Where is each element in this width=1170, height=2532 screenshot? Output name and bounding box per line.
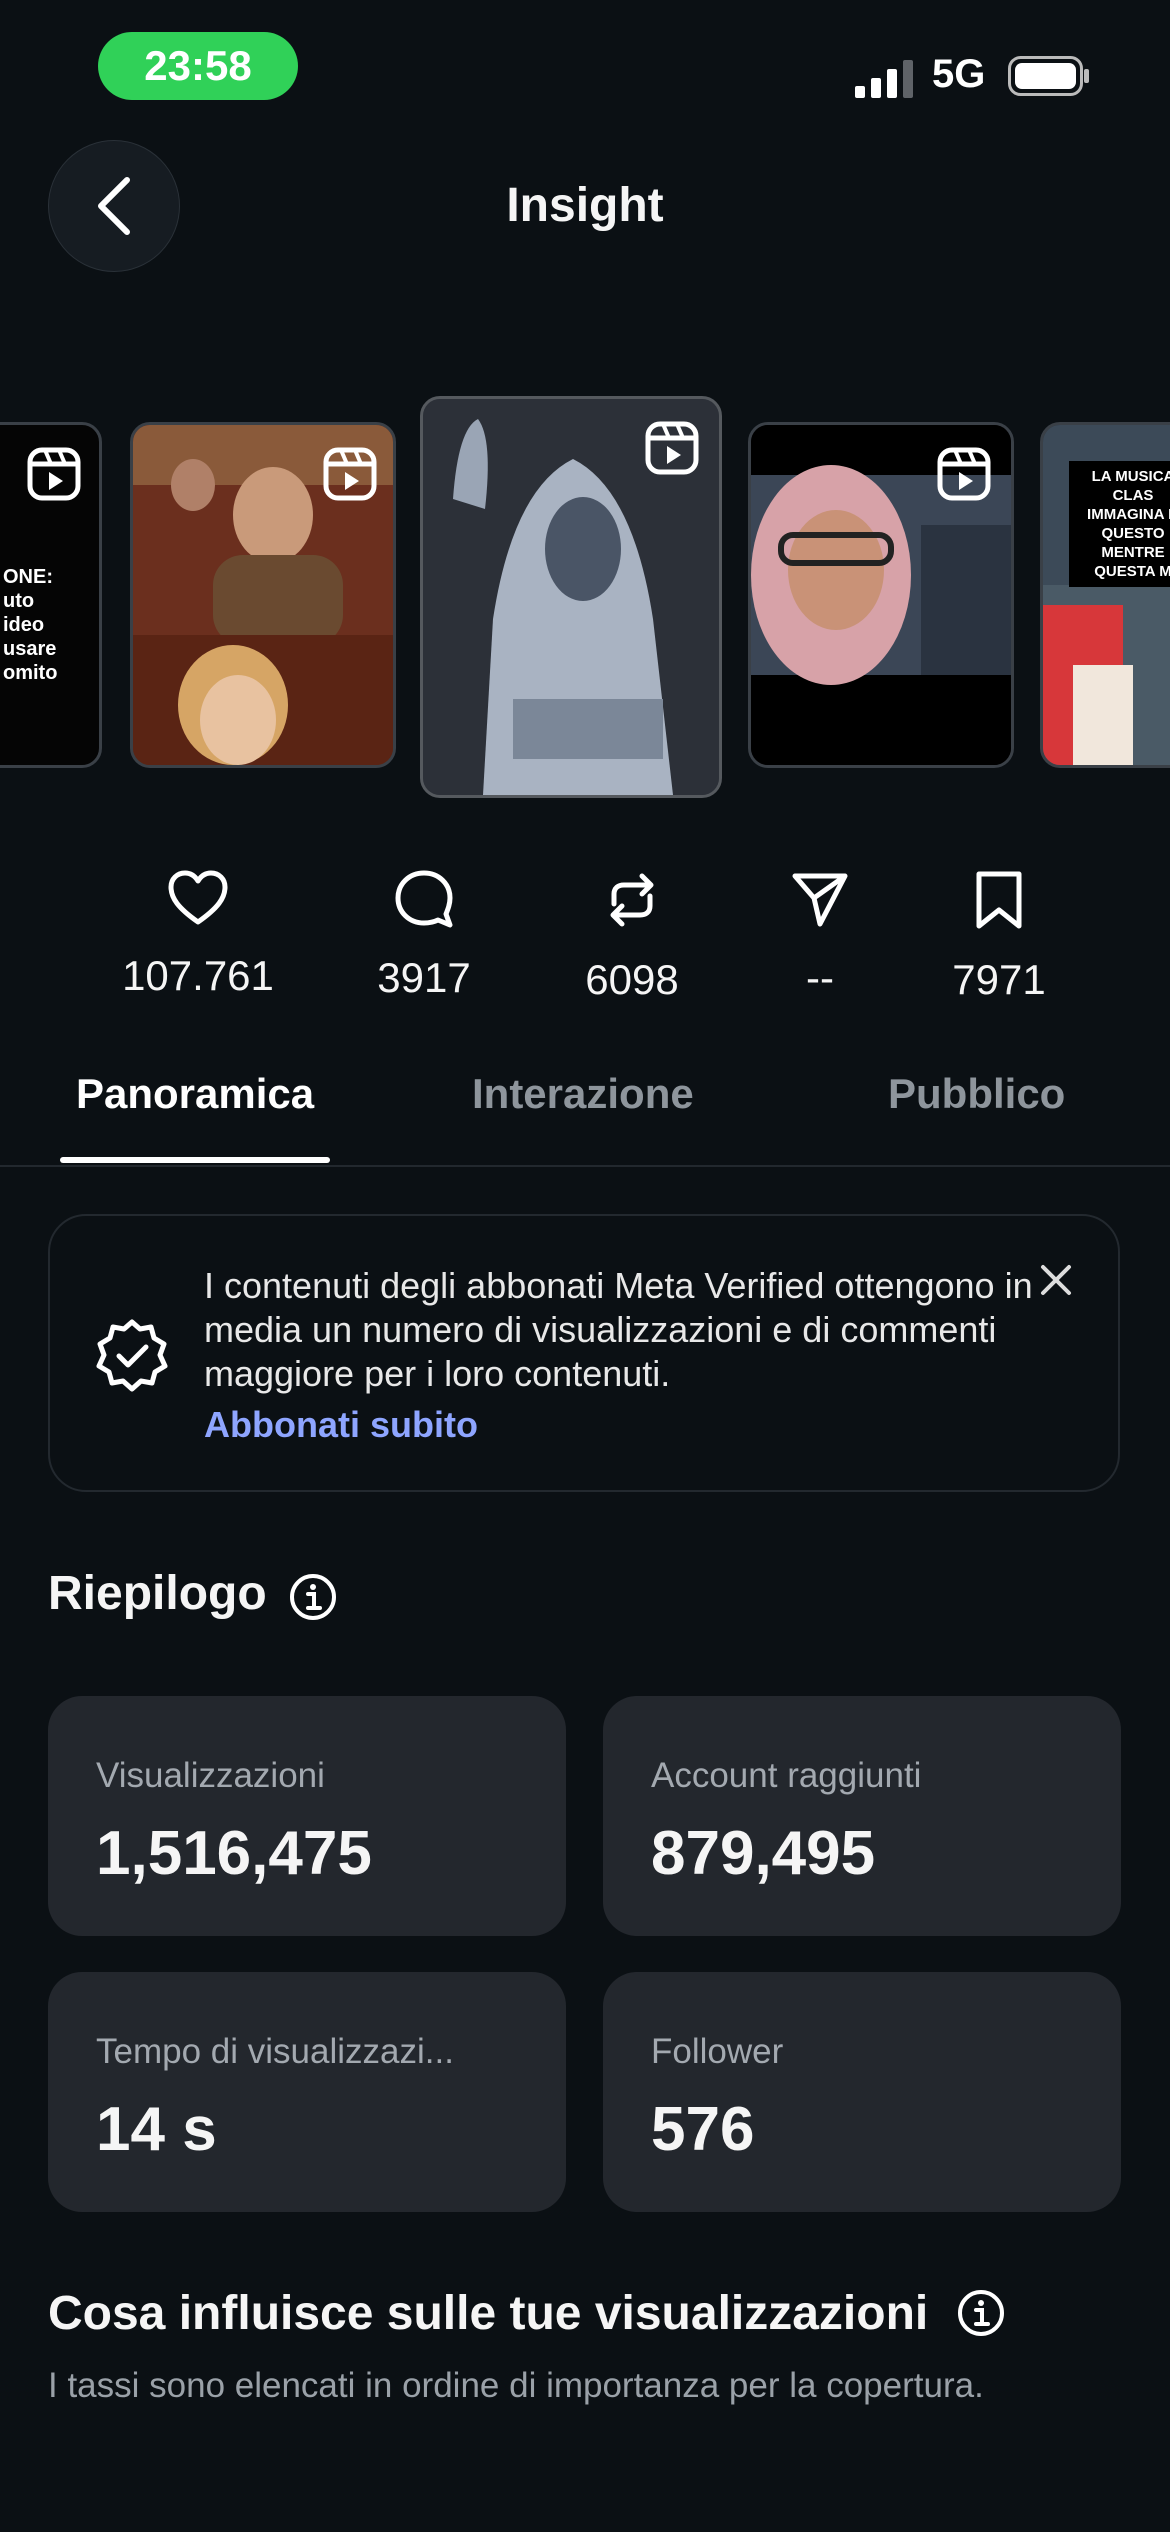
close-icon[interactable] [1040,1264,1072,1296]
subscribe-link[interactable]: Abbonati subito [204,1404,478,1446]
reels-icon [27,447,81,501]
status-time: 23:58 [98,32,298,100]
verified-badge-icon [96,1319,168,1392]
info-icon[interactable] [288,1572,338,1622]
metric-value: 14 s [96,2095,217,2164]
metric-value: 879,495 [651,1819,876,1888]
reel-thumb-2[interactable] [130,422,396,768]
summary-title: Riepilogo [48,1567,267,1620]
send-icon [792,873,848,927]
reel-thumb-1[interactable]: ONE: uto ideo usare omito [0,422,102,768]
shares-stat: -- [730,870,910,1002]
comments-count: 3917 [377,954,471,1001]
reel-carousel[interactable]: ONE: uto ideo usare omito LA MUSICA CLAS… [0,396,1170,798]
metric-card-views[interactable]: Visualizzazioni 1,516,475 [48,1696,566,1936]
reposts-count: 6098 [585,956,679,1003]
reels-icon [323,447,377,501]
active-tab-indicator [60,1157,330,1163]
metric-label: Follower [651,2032,784,2071]
metric-value: 1,516,475 [96,1819,372,1888]
metric-label: Visualizzazioni [96,1756,325,1795]
comments-stat: 3917 [334,870,514,1002]
metric-value: 576 [651,2095,755,2164]
metric-card-followers[interactable]: Follower 576 [603,1972,1121,2212]
tab-divider [0,1165,1170,1167]
influence-subtitle: I tassi sono elencati in ordine di impor… [48,2366,984,2405]
influence-title: Cosa influisce sulle tue visualizzazioni [48,2287,929,2340]
tab-interazione[interactable]: Interazione [472,1070,694,1118]
tab-panoramica[interactable]: Panoramica [76,1070,314,1118]
comment-icon [395,870,453,928]
network-label: 5G [932,52,986,96]
reel-thumb-text: ONE: uto ideo usare omito [3,566,58,684]
battery-icon [1008,56,1089,96]
bookmark-icon [976,871,1022,929]
banner-text: I contenuti degli abbonati Meta Verified… [204,1265,1033,1394]
reel-thumb-5[interactable]: LA MUSICA CLAS IMMAGINA D QUESTO MENTRE … [1040,422,1170,768]
saves-stat: 7971 [909,870,1089,1004]
metric-label: Tempo di visualizzazi... [96,2032,454,2071]
reposts-stat: 6098 [542,870,722,1004]
metric-label: Account raggiunti [651,1756,922,1795]
likes-stat: 107.761 [108,870,288,1000]
metric-card-reach[interactable]: Account raggiunti 879,495 [603,1696,1121,1936]
repost-icon [610,873,654,927]
metric-card-watch-time[interactable]: Tempo di visualizzazi... 14 s [48,1972,566,2212]
page-title: Insight [506,179,664,232]
heart-icon [168,870,228,925]
reel-thumb-3[interactable] [420,396,722,798]
reels-icon [645,421,699,475]
reel-thumb-4[interactable] [748,422,1014,768]
tab-pubblico[interactable]: Pubblico [888,1070,1065,1118]
shares-count: -- [806,954,834,1001]
saves-count: 7971 [952,956,1046,1003]
info-icon[interactable] [956,2288,1006,2338]
reels-icon [937,447,991,501]
reel-thumb-text: LA MUSICA CLAS IMMAGINA D QUESTO MENTRE … [1069,461,1170,587]
cellular-signal-icon [855,60,913,98]
likes-count: 107.761 [122,952,274,999]
